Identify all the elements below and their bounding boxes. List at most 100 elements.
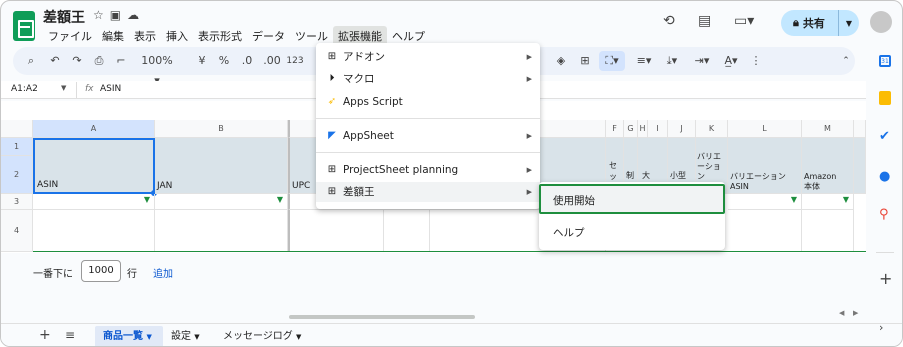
column-header-l[interactable]: L xyxy=(728,120,802,138)
menu-item-projectsheet[interactable]: ⊞ ProjectSheet planning ▶ xyxy=(316,160,540,180)
history-icon[interactable]: ⟲ xyxy=(663,13,675,29)
name-box[interactable]: A1:A2 xyxy=(11,84,38,94)
sheet-tab-dropdown-icon[interactable]: ▼ xyxy=(194,333,199,341)
filter-icon[interactable]: ▼ xyxy=(144,195,150,204)
filter-icon[interactable]: ▼ xyxy=(277,195,283,204)
filter-cell-l[interactable]: ▼ xyxy=(728,194,802,210)
sheets-logo-icon[interactable] xyxy=(13,11,35,41)
align-vertical-icon[interactable]: ⤓▾ xyxy=(661,51,683,71)
submenu-item-help[interactable]: ヘルプ xyxy=(539,220,725,244)
share-button[interactable]: 🔒︎ 共有 ▼ xyxy=(781,10,859,36)
menu-item-apps-script[interactable]: ➶ Apps Script xyxy=(316,92,540,112)
menu-edit[interactable]: 編集 xyxy=(97,26,129,46)
sheet-tab-products[interactable]: 商品一覧 ▼ xyxy=(95,326,163,346)
cell-a4[interactable] xyxy=(33,210,155,252)
menu-item-macros[interactable]: ⏵ マクロ ▶ xyxy=(316,69,540,89)
redo-icon[interactable]: ↷ xyxy=(69,51,85,71)
submenu-item-get-started[interactable]: 使用開始 xyxy=(539,184,725,214)
filter-cell-m[interactable]: ▼ xyxy=(802,194,854,210)
cloud-status-icon[interactable]: ☁ xyxy=(127,8,145,22)
column-header-h[interactable]: H xyxy=(638,120,648,138)
cell-b-header-block[interactable]: JAN xyxy=(155,138,288,194)
row-header-2[interactable]: 2 xyxy=(1,156,33,194)
row-header-1[interactable]: 1 xyxy=(1,138,33,156)
column-header-f[interactable]: F xyxy=(606,120,624,138)
select-all-corner[interactable] xyxy=(1,120,33,138)
avatar[interactable] xyxy=(870,11,892,33)
formula-input[interactable]: ASIN xyxy=(100,84,121,94)
add-rows-count-input[interactable]: 1000 xyxy=(81,260,121,282)
menu-item-sagakuou[interactable]: ⊞ 差額王 ▶ xyxy=(316,182,540,202)
menu-insert[interactable]: 挿入 xyxy=(161,26,193,46)
menu-format[interactable]: 表示形式 xyxy=(193,26,247,46)
calendar-icon[interactable]: 31 xyxy=(879,55,891,67)
column-header-k[interactable]: K xyxy=(696,120,728,138)
selected-range-a1-a2[interactable]: ASIN xyxy=(33,138,157,196)
scroll-right-icon[interactable]: ▶ xyxy=(853,309,858,317)
sheet-tab-message-log[interactable]: メッセージログ ▼ xyxy=(223,326,301,346)
document-title[interactable]: 差額王 xyxy=(43,7,85,27)
text-wrap-icon[interactable]: ⇥▾ xyxy=(691,51,713,71)
column-header-j[interactable]: J xyxy=(668,120,696,138)
increase-decimal-button[interactable]: .00 xyxy=(261,51,283,71)
move-folder-icon[interactable]: ▣ xyxy=(110,8,127,22)
currency-button[interactable]: ¥ xyxy=(195,51,209,71)
collapse-toolbar-icon[interactable]: ⌃ xyxy=(839,51,853,71)
column-header-g[interactable]: G xyxy=(624,120,638,138)
filter-cell-b[interactable]: ▼ xyxy=(155,194,288,210)
more-formats-button[interactable]: 123 xyxy=(285,51,305,71)
row-header-4[interactable]: 4 xyxy=(1,210,33,252)
expand-panel-icon[interactable]: › xyxy=(879,321,883,334)
cell-c4[interactable] xyxy=(288,210,384,252)
align-horizontal-icon[interactable]: ≡▾ xyxy=(633,51,655,71)
get-addons-icon[interactable]: + xyxy=(879,269,892,288)
borders-icon[interactable]: ⊞ xyxy=(577,51,593,71)
search-icon[interactable]: ⌕ xyxy=(23,51,39,71)
scroll-left-icon[interactable]: ◀ xyxy=(839,309,844,317)
cell-m-header-block[interactable]: Amazon 本体 xyxy=(802,138,854,194)
filter-cell-a[interactable]: ▼ xyxy=(33,194,155,210)
add-sheet-icon[interactable]: + xyxy=(39,327,51,343)
column-header-b[interactable]: B xyxy=(155,120,288,138)
sheet-tab-dropdown-icon[interactable]: ▼ xyxy=(296,333,301,341)
add-rows-button[interactable]: 追加 xyxy=(153,265,173,280)
keep-icon[interactable] xyxy=(879,91,891,105)
all-sheets-icon[interactable]: ≡ xyxy=(65,328,75,342)
cell-l4[interactable] xyxy=(728,210,802,252)
meet-icon[interactable]: ▭▾ xyxy=(734,13,754,29)
sheet-tab-dropdown-icon[interactable]: ▼ xyxy=(146,333,151,341)
fill-color-icon[interactable]: ◈ xyxy=(553,51,569,71)
horizontal-scrollbar[interactable] xyxy=(289,315,475,319)
maps-icon[interactable]: ⚲ xyxy=(879,207,889,222)
column-header-a[interactable]: A xyxy=(33,120,155,138)
menu-view[interactable]: 表示 xyxy=(129,26,161,46)
comment-icon[interactable]: ▤ xyxy=(698,13,711,29)
menu-item-addons[interactable]: ⊞ アドオン ▶ xyxy=(316,47,540,67)
zoom-select[interactable]: 100% ▾ xyxy=(137,51,177,87)
text-rotation-icon[interactable]: A̲▾ xyxy=(719,51,743,71)
column-header-m[interactable]: M xyxy=(802,120,854,138)
column-header-i[interactable]: I xyxy=(648,120,668,138)
merge-cells-icon[interactable]: ⛶▾ xyxy=(599,51,625,71)
column-header-next[interactable] xyxy=(854,120,866,138)
cell-l-header-block[interactable]: バリエーション ASIN xyxy=(728,138,802,194)
filter-icon[interactable]: ▼ xyxy=(791,195,797,204)
menu-data[interactable]: データ xyxy=(247,26,290,46)
tasks-icon[interactable]: ✔ xyxy=(879,129,890,144)
share-dropdown-icon[interactable]: ▼ xyxy=(839,19,859,28)
decrease-decimal-button[interactable]: .0 xyxy=(237,51,257,71)
star-icon[interactable]: ☆ xyxy=(93,8,110,22)
name-box-dropdown-icon[interactable]: ▼ xyxy=(61,84,66,92)
filter-icon[interactable]: ▼ xyxy=(843,195,849,204)
print-icon[interactable]: ⎙ xyxy=(91,51,107,71)
menu-item-appsheet[interactable]: ◤ AppSheet ▶ xyxy=(316,126,540,146)
cell-m4[interactable] xyxy=(802,210,854,252)
paint-format-icon[interactable]: ⌐ xyxy=(113,51,129,71)
menu-file[interactable]: ファイル xyxy=(43,26,97,46)
cell-d4[interactable] xyxy=(384,210,430,252)
percent-button[interactable]: % xyxy=(217,51,231,71)
contacts-icon[interactable]: ● xyxy=(879,169,890,184)
more-icon[interactable]: ⋮ xyxy=(749,51,763,71)
row-header-3[interactable]: 3 xyxy=(1,194,33,210)
sheet-tab-settings[interactable]: 設定 ▼ xyxy=(171,326,200,346)
